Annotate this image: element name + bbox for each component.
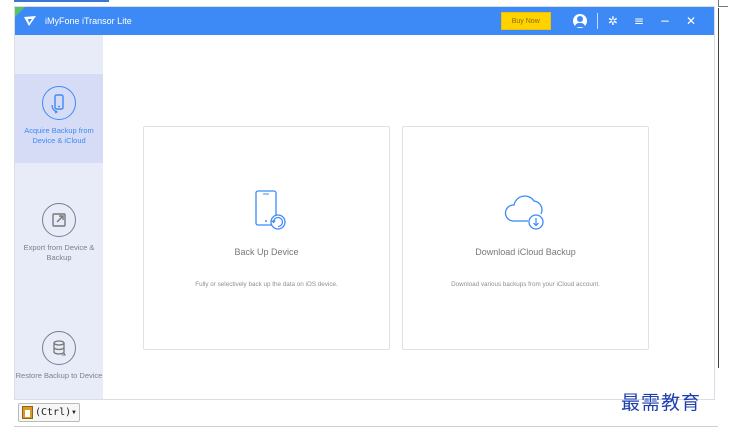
card-description: Fully or selectively back up the data on…: [195, 281, 338, 288]
app-title: iMyFone iTransor Lite: [45, 16, 132, 26]
sidebar-item-restore[interactable]: Restore Backup to Device: [15, 331, 103, 399]
user-icon[interactable]: [572, 14, 587, 28]
document-bottom-line: [14, 426, 718, 427]
sidebar-item-label: Acquire Backup from Device & iCloud: [24, 126, 94, 145]
app-window: iMyFone iTransor Lite Buy Now ✲ ≡ − ✕ Ac…: [14, 6, 715, 400]
sidebar-item-export[interactable]: Export from Device & Backup: [15, 203, 103, 283]
cloud-download-icon: [403, 187, 648, 243]
clipboard-icon: [22, 406, 33, 419]
back-up-device-card[interactable]: Back Up Device Fully or selectively back…: [143, 126, 390, 350]
sidebar-item-label: Export from Device & Backup: [23, 243, 95, 262]
document-corner-mark: [712, 0, 742, 8]
download-icloud-backup-card[interactable]: Download iCloud Backup Download various …: [402, 126, 649, 350]
paste-options-label: (Ctrl): [35, 407, 72, 418]
card-description: Download various backups from your iClou…: [451, 281, 600, 288]
phone-sync-icon: [42, 86, 76, 120]
document-top-line: [14, 0, 109, 2]
titlebar-separator: [596, 13, 598, 29]
tablet-backup-icon: [144, 187, 389, 243]
logo-corner-mark: [15, 7, 25, 17]
sidebar: Acquire Backup from Device & iCloud Expo…: [15, 35, 103, 399]
gear-icon[interactable]: ✲: [608, 7, 618, 35]
sidebar-item-label: Restore Backup to Device: [15, 371, 103, 380]
app-logo-icon: [23, 14, 37, 28]
database-restore-icon: [42, 331, 76, 365]
close-icon[interactable]: ✕: [686, 7, 696, 35]
paste-options-button[interactable]: (Ctrl) ▼: [18, 403, 80, 422]
menu-icon[interactable]: ≡: [634, 7, 644, 35]
chevron-down-icon: ▼: [72, 409, 76, 416]
document-right-margin-line: [718, 8, 719, 368]
titlebar-controls: Buy Now ✲ ≡ − ✕: [500, 7, 704, 35]
title-bar: iMyFone iTransor Lite Buy Now ✲ ≡ − ✕: [15, 7, 714, 35]
watermark-text: 最需教育: [621, 392, 702, 414]
export-icon: [42, 203, 76, 237]
buy-now-button[interactable]: Buy Now: [500, 12, 551, 30]
card-title: Back Up Device: [234, 247, 299, 257]
card-title: Download iCloud Backup: [475, 247, 576, 257]
sidebar-item-acquire-backup[interactable]: Acquire Backup from Device & iCloud: [15, 74, 103, 163]
minimize-icon[interactable]: −: [660, 7, 670, 35]
